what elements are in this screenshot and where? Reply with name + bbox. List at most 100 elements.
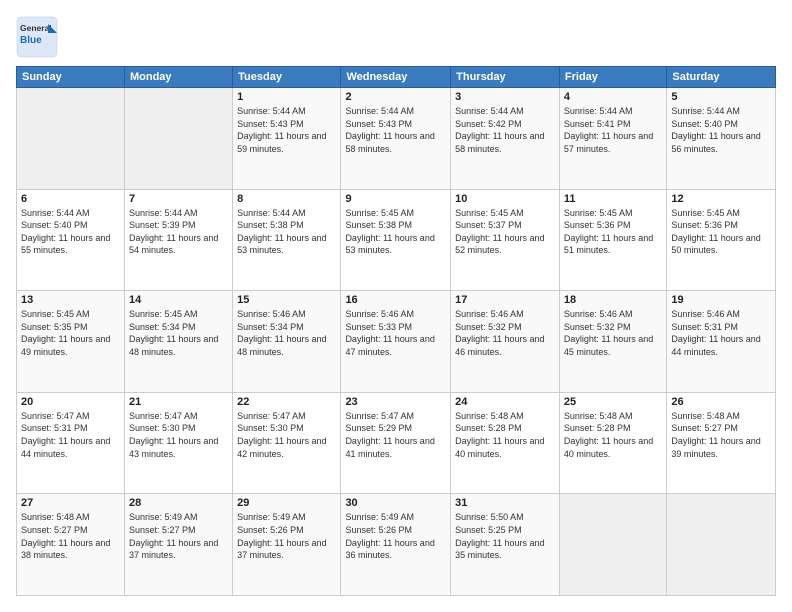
calendar-cell [17, 88, 125, 190]
day-number: 7 [129, 193, 228, 205]
day-info: Sunrise: 5:45 AM Sunset: 5:35 PM Dayligh… [21, 308, 120, 358]
day-info: Sunrise: 5:44 AM Sunset: 5:43 PM Dayligh… [345, 105, 446, 155]
day-number: 13 [21, 294, 120, 306]
day-info: Sunrise: 5:45 AM Sunset: 5:36 PM Dayligh… [671, 207, 771, 257]
calendar-cell: 10 Sunrise: 5:45 AM Sunset: 5:37 PM Dayli… [451, 189, 560, 291]
day-number: 16 [345, 294, 446, 306]
day-info: Sunrise: 5:46 AM Sunset: 5:32 PM Dayligh… [455, 308, 555, 358]
day-info: Sunrise: 5:48 AM Sunset: 5:27 PM Dayligh… [671, 410, 771, 460]
calendar-cell: 20 Sunrise: 5:47 AM Sunset: 5:31 PM Dayli… [17, 392, 125, 494]
calendar-cell [124, 88, 232, 190]
svg-text:General: General [20, 23, 52, 33]
day-number: 28 [129, 497, 228, 509]
calendar-cell: 19Sunrise: 5:46 AM Sunset: 5:31 PM Dayli… [667, 291, 776, 393]
calendar-cell: 7 Sunrise: 5:44 AM Sunset: 5:39 PM Daylig… [124, 189, 232, 291]
calendar-cell: 6 Sunrise: 5:44 AM Sunset: 5:40 PM Daylig… [17, 189, 125, 291]
calendar-cell: 12 Sunrise: 5:45 AM Sunset: 5:36 PM Dayli… [667, 189, 776, 291]
calendar-cell: 4Sunrise: 5:44 AM Sunset: 5:41 PM Daylig… [559, 88, 666, 190]
day-number: 9 [345, 193, 446, 205]
day-info: Sunrise: 5:45 AM Sunset: 5:34 PM Dayligh… [129, 308, 228, 358]
day-info: Sunrise: 5:45 AM Sunset: 5:38 PM Dayligh… [345, 207, 446, 257]
weekday-header: Saturday [667, 67, 776, 88]
day-number: 26 [671, 396, 771, 408]
day-info: Sunrise: 5:47 AM Sunset: 5:29 PM Dayligh… [345, 410, 446, 460]
day-number: 29 [237, 497, 336, 509]
weekday-header: Monday [124, 67, 232, 88]
day-number: 2 [345, 91, 446, 103]
calendar-table: SundayMondayTuesdayWednesdayThursdayFrid… [16, 66, 776, 596]
svg-text:Blue: Blue [20, 35, 42, 46]
day-number: 11 [564, 193, 662, 205]
header: General Blue [16, 16, 776, 58]
calendar-cell: 28 Sunrise: 5:49 AM Sunset: 5:27 PM Dayli… [124, 494, 232, 596]
day-info: Sunrise: 5:44 AM Sunset: 5:39 PM Dayligh… [129, 207, 228, 257]
day-number: 6 [21, 193, 120, 205]
day-number: 21 [129, 396, 228, 408]
day-info: Sunrise: 5:46 AM Sunset: 5:33 PM Dayligh… [345, 308, 446, 358]
day-info: Sunrise: 5:44 AM Sunset: 5:40 PM Dayligh… [671, 105, 771, 155]
weekday-header: Friday [559, 67, 666, 88]
day-info: Sunrise: 5:46 AM Sunset: 5:34 PM Dayligh… [237, 308, 336, 358]
calendar-cell [559, 494, 666, 596]
calendar-cell: 23Sunrise: 5:47 AM Sunset: 5:29 PM Dayli… [341, 392, 451, 494]
day-info: Sunrise: 5:45 AM Sunset: 5:37 PM Dayligh… [455, 207, 555, 257]
logo-svg: General Blue [16, 16, 58, 58]
day-info: Sunrise: 5:46 AM Sunset: 5:32 PM Dayligh… [564, 308, 662, 358]
calendar-cell: 31Sunrise: 5:50 AM Sunset: 5:25 PM Dayli… [451, 494, 560, 596]
day-info: Sunrise: 5:49 AM Sunset: 5:26 PM Dayligh… [237, 511, 336, 561]
calendar-cell: 14 Sunrise: 5:45 AM Sunset: 5:34 PM Dayli… [124, 291, 232, 393]
calendar-week-row: 20 Sunrise: 5:47 AM Sunset: 5:31 PM Dayli… [17, 392, 776, 494]
day-number: 20 [21, 396, 120, 408]
day-info: Sunrise: 5:49 AM Sunset: 5:27 PM Dayligh… [129, 511, 228, 561]
calendar-cell: 16 Sunrise: 5:46 AM Sunset: 5:33 PM Dayli… [341, 291, 451, 393]
calendar-cell: 5 Sunrise: 5:44 AM Sunset: 5:40 PM Daylig… [667, 88, 776, 190]
day-info: Sunrise: 5:45 AM Sunset: 5:36 PM Dayligh… [564, 207, 662, 257]
logo: General Blue [16, 16, 58, 58]
calendar-week-row: 1Sunrise: 5:44 AM Sunset: 5:43 PM Daylig… [17, 88, 776, 190]
calendar-cell [667, 494, 776, 596]
day-info: Sunrise: 5:47 AM Sunset: 5:30 PM Dayligh… [129, 410, 228, 460]
day-info: Sunrise: 5:44 AM Sunset: 5:40 PM Dayligh… [21, 207, 120, 257]
calendar-cell: 11 Sunrise: 5:45 AM Sunset: 5:36 PM Dayli… [559, 189, 666, 291]
calendar-cell: 18 Sunrise: 5:46 AM Sunset: 5:32 PM Dayli… [559, 291, 666, 393]
day-number: 24 [455, 396, 555, 408]
day-number: 22 [237, 396, 336, 408]
day-info: Sunrise: 5:44 AM Sunset: 5:42 PM Dayligh… [455, 105, 555, 155]
day-number: 10 [455, 193, 555, 205]
day-number: 18 [564, 294, 662, 306]
day-number: 12 [671, 193, 771, 205]
day-number: 25 [564, 396, 662, 408]
day-number: 14 [129, 294, 228, 306]
day-number: 27 [21, 497, 120, 509]
day-number: 19 [671, 294, 771, 306]
day-number: 4 [564, 91, 662, 103]
day-info: Sunrise: 5:47 AM Sunset: 5:31 PM Dayligh… [21, 410, 120, 460]
day-info: Sunrise: 5:44 AM Sunset: 5:38 PM Dayligh… [237, 207, 336, 257]
page: General Blue SundayMondayTuesdayWednesda… [0, 0, 792, 612]
weekday-header-row: SundayMondayTuesdayWednesdayThursdayFrid… [17, 67, 776, 88]
calendar-cell: 17Sunrise: 5:46 AM Sunset: 5:32 PM Dayli… [451, 291, 560, 393]
day-info: Sunrise: 5:48 AM Sunset: 5:27 PM Dayligh… [21, 511, 120, 561]
day-number: 5 [671, 91, 771, 103]
calendar-cell: 24Sunrise: 5:48 AM Sunset: 5:28 PM Dayli… [451, 392, 560, 494]
day-number: 8 [237, 193, 336, 205]
day-info: Sunrise: 5:47 AM Sunset: 5:30 PM Dayligh… [237, 410, 336, 460]
day-info: Sunrise: 5:44 AM Sunset: 5:43 PM Dayligh… [237, 105, 336, 155]
day-info: Sunrise: 5:48 AM Sunset: 5:28 PM Dayligh… [564, 410, 662, 460]
calendar-cell: 2 Sunrise: 5:44 AM Sunset: 5:43 PM Daylig… [341, 88, 451, 190]
calendar-week-row: 6 Sunrise: 5:44 AM Sunset: 5:40 PM Daylig… [17, 189, 776, 291]
calendar-cell: 15 Sunrise: 5:46 AM Sunset: 5:34 PM Dayli… [233, 291, 341, 393]
day-info: Sunrise: 5:50 AM Sunset: 5:25 PM Dayligh… [455, 511, 555, 561]
calendar-cell: 22 Sunrise: 5:47 AM Sunset: 5:30 PM Dayli… [233, 392, 341, 494]
day-info: Sunrise: 5:49 AM Sunset: 5:26 PM Dayligh… [345, 511, 446, 561]
calendar-cell: 26 Sunrise: 5:48 AM Sunset: 5:27 PM Dayli… [667, 392, 776, 494]
day-number: 30 [345, 497, 446, 509]
day-number: 15 [237, 294, 336, 306]
weekday-header: Sunday [17, 67, 125, 88]
weekday-header: Wednesday [341, 67, 451, 88]
calendar-cell: 25 Sunrise: 5:48 AM Sunset: 5:28 PM Dayli… [559, 392, 666, 494]
day-number: 3 [455, 91, 555, 103]
calendar-cell: 13 Sunrise: 5:45 AM Sunset: 5:35 PM Dayli… [17, 291, 125, 393]
calendar-cell: 29 Sunrise: 5:49 AM Sunset: 5:26 PM Dayli… [233, 494, 341, 596]
calendar-cell: 3 Sunrise: 5:44 AM Sunset: 5:42 PM Daylig… [451, 88, 560, 190]
